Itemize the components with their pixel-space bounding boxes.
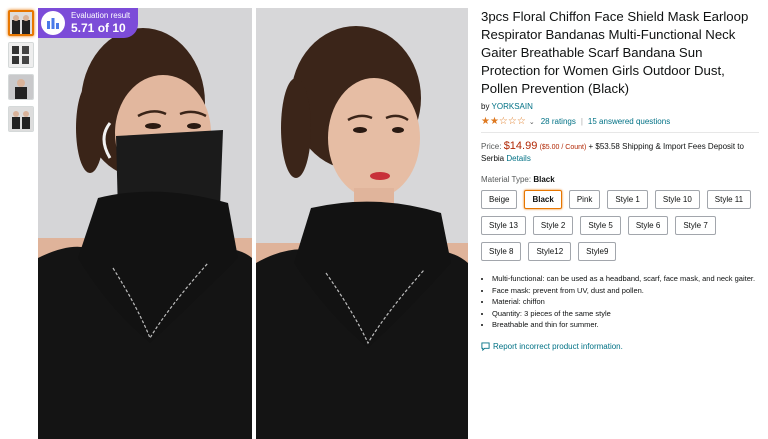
shipping-details-link[interactable]: Details (506, 154, 530, 163)
bar-chart-icon (41, 11, 65, 35)
byline: by YORKSAIN (481, 102, 759, 111)
variant-option[interactable]: Style 13 (481, 216, 526, 235)
material-type: Material Type: Black (481, 175, 759, 184)
feature-bullet: Quantity: 3 pieces of the same style (492, 309, 759, 320)
evaluation-badge: Evaluation result 5.71 of 10 (38, 8, 138, 38)
rating-row: ★★☆☆☆ ⌄ 28 ratings | 15 answered questio… (481, 116, 759, 127)
divider (481, 132, 759, 133)
product-image-scarf[interactable] (256, 8, 468, 439)
variant-option[interactable]: Style 10 (654, 190, 700, 209)
ratings-link[interactable]: 28 ratings (541, 117, 576, 126)
thumbnail-strip (8, 10, 36, 138)
product-info: 3pcs Floral Chiffon Face Shield Mask Ear… (481, 8, 759, 351)
brand-link[interactable]: YORKSAIN (492, 102, 533, 111)
feature-bullet: Breathable and thin for summer. (492, 320, 759, 331)
thumbnail-2[interactable] (8, 42, 34, 68)
report-incorrect-info-link[interactable]: Report incorrect product information. (493, 342, 623, 351)
by-prefix: by (481, 102, 490, 111)
feature-bullet: Multi-functional: can be used as a headb… (492, 274, 759, 285)
feature-bullets: Multi-functional: can be used as a headb… (481, 274, 759, 331)
report-link-row[interactable]: Report incorrect product information. (481, 342, 759, 351)
variant-option[interactable]: Beige (481, 190, 518, 209)
chevron-down-icon[interactable]: ⌄ (529, 118, 535, 126)
variant-option[interactable]: Style 11 (706, 190, 752, 209)
price-value: $14.99 (503, 140, 538, 152)
material-value: Black (533, 175, 555, 184)
badge-label: Evaluation result (71, 11, 131, 20)
variant-option-selected[interactable]: Black (524, 190, 562, 209)
variant-option[interactable]: Style12 (528, 242, 572, 261)
product-image-masked[interactable] (38, 8, 252, 439)
variant-option[interactable]: Style 8 (481, 242, 522, 261)
variant-option[interactable]: Style 5 (580, 216, 621, 235)
thumbnail-3[interactable] (8, 74, 34, 100)
star-rating-icon[interactable]: ★★☆☆☆ (481, 116, 526, 127)
thumbnail-4[interactable] (8, 106, 34, 132)
price-block: Price: $14.99 ($5.00 / Count) + $53.58 S… (481, 141, 759, 164)
variant-options: Beige Black Pink Style 1 Style 10 Style … (481, 190, 761, 268)
answered-questions-link[interactable]: 15 answered questions (588, 117, 670, 126)
variant-option[interactable]: Style 7 (675, 216, 716, 235)
comment-icon (481, 341, 490, 351)
feature-bullet: Face mask: prevent from UV, dust and pol… (492, 286, 759, 297)
product-title: 3pcs Floral Chiffon Face Shield Mask Ear… (481, 9, 749, 96)
variant-option[interactable]: Pink (568, 190, 601, 209)
variant-option[interactable]: Style 2 (532, 216, 574, 235)
variant-option[interactable]: Style 6 (627, 216, 669, 235)
thumbnail-1[interactable] (8, 10, 34, 36)
price-label: Price: (481, 142, 502, 151)
variant-option[interactable]: Style9 (578, 242, 617, 261)
badge-score: 5.71 of 10 (71, 21, 126, 35)
material-label: Material Type: (481, 175, 532, 184)
variant-option[interactable]: Style 1 (607, 190, 648, 209)
separator: | (580, 117, 583, 126)
unit-price: ($5.00 / Count) (539, 144, 587, 151)
feature-bullet: Material: chiffon (492, 297, 759, 308)
